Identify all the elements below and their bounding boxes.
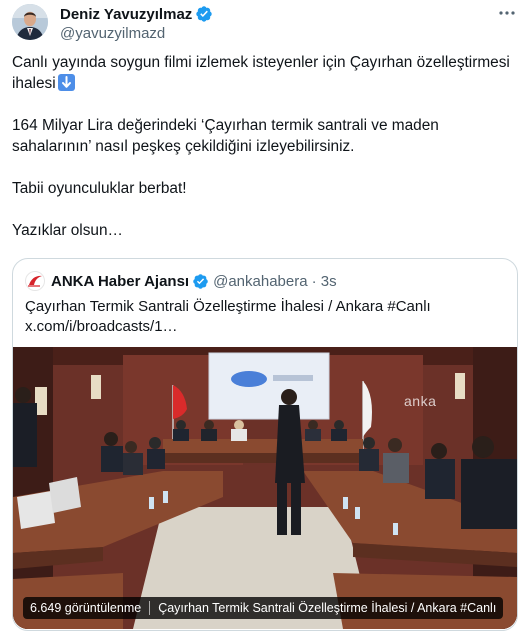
quoted-author-name[interactable]: ANKA Haber Ajansı — [51, 273, 189, 290]
tweet-header: Deniz Yavuzyılmaz @yavuzyilmazd — [12, 2, 518, 42]
broadcast-link[interactable]: x.com/i/broadcasts/1… — [25, 317, 505, 337]
quoted-tweet-header: ANKA Haber Ajansı @ankahabera · 3s — [25, 271, 337, 291]
anka-watermark: anka — [404, 393, 437, 409]
video-info-bar: 6.649 görüntülenme Çayırhan Termik Santr… — [23, 597, 504, 619]
tweet-text: Canlı yayında soygun filmi izlemek istey… — [12, 52, 518, 241]
verified-badge-icon — [193, 273, 208, 289]
video-thumbnail — [13, 347, 517, 629]
view-count: 6.649 görüntülenme — [30, 601, 142, 615]
quoted-timestamp[interactable]: · 3s — [312, 273, 337, 290]
tweet-line: 164 Milyar Lira değerindeki ‘Çayırhan te… — [12, 117, 439, 134]
author-name[interactable]: Deniz Yavuzyılmaz — [60, 6, 192, 23]
avatar-photo — [12, 4, 48, 40]
divider — [149, 601, 151, 615]
tweet-line: Yazıklar olsun… — [12, 222, 123, 239]
author-handle[interactable]: @yavuzyilmazd — [60, 24, 213, 43]
quoted-tweet-text: Çayırhan Termik Santrali Özelleştirme İh… — [25, 297, 505, 337]
tweet-line-text: ihalesi — [12, 75, 56, 92]
quoted-author-handle[interactable]: @ankahabera — [213, 273, 307, 290]
more-options-icon[interactable] — [496, 2, 518, 24]
tweet-line: ihalesi — [12, 73, 518, 94]
avatar[interactable] — [12, 4, 48, 40]
tweet-line: Tabii oyunculuklar berbat! — [12, 180, 187, 197]
anka-logo[interactable] — [25, 271, 45, 291]
down-arrow-emoji-icon — [57, 74, 75, 91]
author-block: Deniz Yavuzyılmaz @yavuzyilmazd — [60, 4, 213, 43]
broadcast-title: Çayırhan Termik Santrali Özelleştirme İh… — [158, 601, 497, 615]
verified-badge-icon[interactable] — [195, 5, 213, 23]
broadcast-video[interactable]: anka 6.649 görüntülenme Çayırhan Termik … — [13, 347, 517, 629]
quoted-tweet-card[interactable]: ANKA Haber Ajansı @ankahabera · 3s Çayır… — [12, 258, 518, 631]
quoted-text-line: Çayırhan Termik Santrali Özelleştirme İh… — [25, 298, 431, 315]
tweet-line: Canlı yayında soygun filmi izlemek istey… — [12, 54, 510, 71]
tweet-line: sahalarının’ nasıl peşkeş çekildiğini iz… — [12, 138, 355, 155]
